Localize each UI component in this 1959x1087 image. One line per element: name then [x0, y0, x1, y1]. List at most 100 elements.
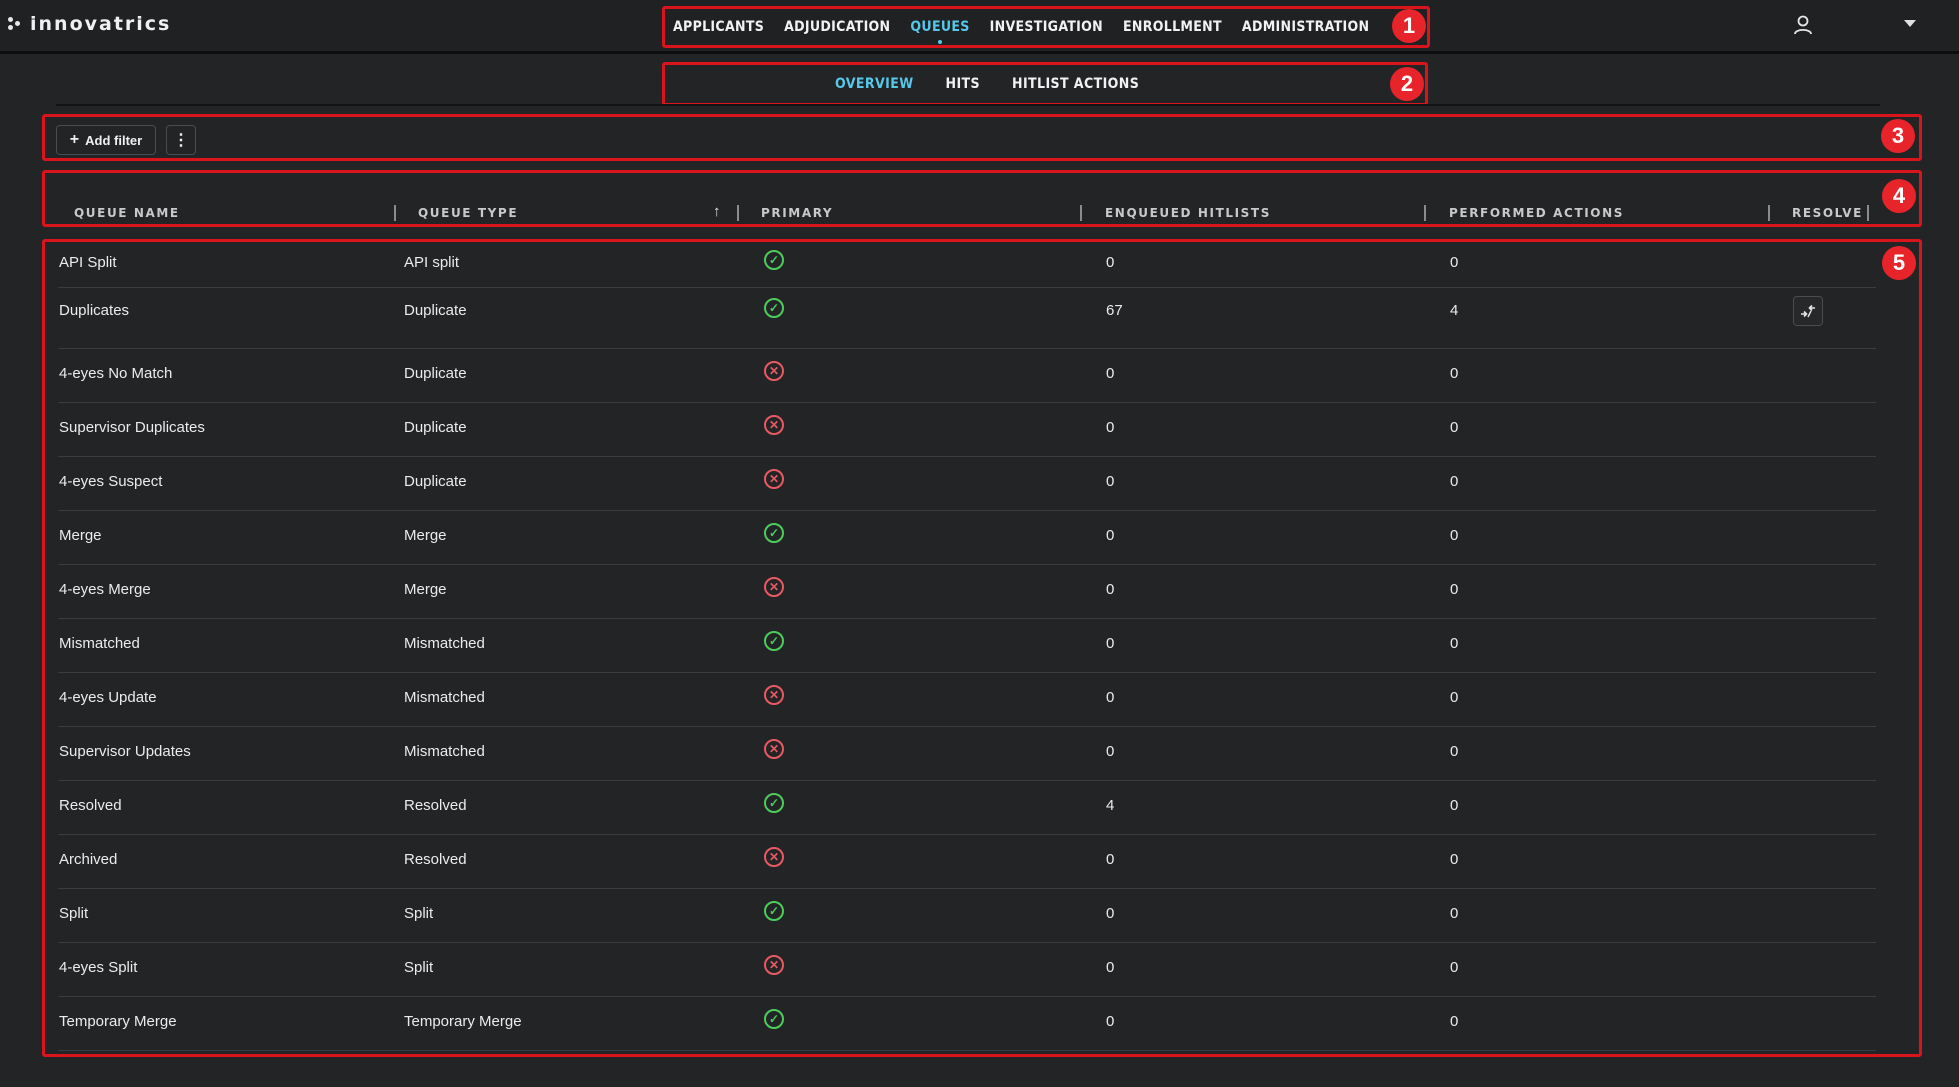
enqueued-hitlists-cell: 0	[1106, 635, 1115, 652]
annotation-marker: 5	[1882, 246, 1916, 280]
performed-actions-cell: 0	[1450, 851, 1459, 868]
table-row[interactable]: 4-eyes Update Mismatched ✕ 0 0	[58, 673, 1876, 727]
annotation-marker: 1	[1392, 9, 1426, 43]
table-row[interactable]: API Split API split ✓ 0 0	[58, 242, 1876, 288]
queue-name-cell: Merge	[59, 527, 102, 544]
queue-name-cell: 4-eyes No Match	[59, 365, 173, 382]
performed-actions-cell: 0	[1450, 419, 1459, 436]
x-circle-icon: ✕	[764, 685, 784, 705]
main-nav: APPLICANTS ADJUDICATION QUEUES INVESTIGA…	[662, 6, 1430, 48]
queue-name-cell: Split	[59, 905, 89, 922]
queue-name-cell: Resolved	[59, 797, 122, 814]
enqueued-hitlists-cell: 0	[1106, 581, 1115, 598]
resolve-button[interactable]	[1793, 296, 1823, 326]
queue-name-cell: 4-eyes Suspect	[59, 473, 163, 490]
table-row[interactable]: Mismatched Mismatched ✓ 0 0	[58, 619, 1876, 673]
user-icon[interactable]	[1792, 14, 1814, 36]
queue-type-cell: API split	[404, 254, 460, 271]
column-header-queue-name[interactable]: QUEUE NAME	[74, 206, 180, 220]
queue-name-cell: Supervisor Duplicates	[59, 419, 205, 436]
column-header-enqueued-hitlists[interactable]: ENQUEUED HITLISTS	[1105, 206, 1271, 220]
annotation-marker: 2	[1390, 67, 1424, 101]
queue-type-cell: Duplicate	[404, 419, 467, 436]
column-divider[interactable]	[1768, 205, 1770, 221]
performed-actions-cell: 0	[1450, 635, 1459, 652]
annotation-marker: 4	[1882, 179, 1916, 213]
table-row[interactable]: Supervisor Duplicates Duplicate ✕ 0 0	[58, 403, 1876, 457]
nav-item-enrollment[interactable]: ENROLLMENT	[1123, 19, 1222, 35]
queue-name-cell: 4-eyes Split	[59, 959, 138, 976]
table-row[interactable]: Supervisor Updates Mismatched ✕ 0 0	[58, 727, 1876, 781]
queue-type-cell: Temporary Merge	[404, 1013, 522, 1030]
x-circle-icon: ✕	[764, 577, 784, 597]
column-divider[interactable]	[737, 205, 739, 221]
queue-type-cell: Split	[404, 959, 434, 976]
performed-actions-cell: 0	[1450, 797, 1459, 814]
column-header-primary[interactable]: PRIMARY	[761, 206, 833, 220]
queue-name-cell: Mismatched	[59, 635, 140, 652]
queue-type-cell: Mismatched	[404, 743, 485, 760]
filter-toolbar: + Add filter ⋮	[42, 114, 1922, 161]
check-circle-icon: ✓	[764, 793, 784, 813]
table-row[interactable]: Duplicates Duplicate ✓ 67 4	[58, 288, 1876, 349]
queue-type-cell: Resolved	[404, 797, 467, 814]
logo-icon	[8, 17, 22, 31]
table-row[interactable]: 4-eyes No Match Duplicate ✕ 0 0	[58, 349, 1876, 403]
queue-type-cell: Mismatched	[404, 635, 485, 652]
enqueued-hitlists-cell: 0	[1106, 473, 1115, 490]
table-row[interactable]: 4-eyes Split Split ✕ 0 0	[58, 943, 1876, 997]
tab-overview[interactable]: OVERVIEW	[835, 76, 914, 92]
nav-item-applicants[interactable]: APPLICANTS	[673, 19, 764, 35]
queue-name-cell: 4-eyes Update	[59, 689, 157, 706]
queue-type-cell: Duplicate	[404, 365, 467, 382]
column-header-queue-type[interactable]: QUEUE TYPE	[418, 206, 518, 220]
table-row[interactable]: Resolved Resolved ✓ 4 0	[58, 781, 1876, 835]
column-header-performed-actions[interactable]: PERFORMED ACTIONS	[1449, 206, 1624, 220]
add-filter-button[interactable]: + Add filter	[56, 125, 156, 155]
queue-type-cell: Mismatched	[404, 689, 485, 706]
nav-item-adjudication[interactable]: ADJUDICATION	[784, 19, 890, 35]
performed-actions-cell: 0	[1450, 254, 1459, 271]
table-row[interactable]: 4-eyes Merge Merge ✕ 0 0	[58, 565, 1876, 619]
enqueued-hitlists-cell: 67	[1106, 302, 1123, 319]
queue-type-cell: Merge	[404, 527, 447, 544]
table-header: QUEUE NAME QUEUE TYPE ↑ PRIMARY ENQUEUED…	[42, 170, 1922, 227]
add-filter-label: Add filter	[85, 132, 143, 148]
chevron-down-icon[interactable]	[1904, 20, 1916, 27]
sub-nav: OVERVIEW HITS HITLIST ACTIONS	[662, 62, 1428, 106]
performed-actions-cell: 4	[1450, 302, 1459, 319]
top-bar: innovatrics APPLICANTS ADJUDICATION QUEU…	[0, 0, 1959, 54]
column-divider[interactable]	[1424, 205, 1426, 221]
column-header-resolve[interactable]: RESOLVE	[1792, 206, 1863, 220]
table-row[interactable]: Temporary Merge Temporary Merge ✓ 0 0	[58, 997, 1876, 1051]
x-circle-icon: ✕	[764, 955, 784, 975]
nav-item-investigation[interactable]: INVESTIGATION	[990, 19, 1103, 35]
table-row[interactable]: Merge Merge ✓ 0 0	[58, 511, 1876, 565]
divider	[56, 104, 1880, 106]
table-row[interactable]: Split Split ✓ 0 0	[58, 889, 1876, 943]
column-divider[interactable]	[1867, 205, 1869, 221]
enqueued-hitlists-cell: 0	[1106, 419, 1115, 436]
sort-ascending-icon[interactable]: ↑	[713, 203, 721, 220]
nav-item-administration[interactable]: ADMINISTRATION	[1242, 19, 1369, 35]
enqueued-hitlists-cell: 4	[1106, 797, 1115, 814]
enqueued-hitlists-cell: 0	[1106, 743, 1115, 760]
queue-name-cell: 4-eyes Merge	[59, 581, 151, 598]
tab-hits[interactable]: HITS	[946, 76, 981, 92]
performed-actions-cell: 0	[1450, 905, 1459, 922]
table-row[interactable]: Archived Resolved ✕ 0 0	[58, 835, 1876, 889]
nav-item-queues[interactable]: QUEUES	[910, 19, 969, 44]
column-divider[interactable]	[1080, 205, 1082, 221]
column-divider[interactable]	[394, 205, 396, 221]
brand-name: innovatrics	[30, 13, 172, 35]
more-options-button[interactable]: ⋮	[166, 125, 196, 155]
table-row[interactable]: 4-eyes Suspect Duplicate ✕ 0 0	[58, 457, 1876, 511]
performed-actions-cell: 0	[1450, 689, 1459, 706]
tab-hitlist-actions[interactable]: HITLIST ACTIONS	[1012, 76, 1139, 92]
queue-name-cell: Supervisor Updates	[59, 743, 191, 760]
annotation-marker: 3	[1881, 119, 1915, 153]
brand-logo[interactable]: innovatrics	[8, 13, 171, 35]
check-circle-icon: ✓	[764, 901, 784, 921]
queue-type-cell: Duplicate	[404, 473, 467, 490]
enqueued-hitlists-cell: 0	[1106, 851, 1115, 868]
